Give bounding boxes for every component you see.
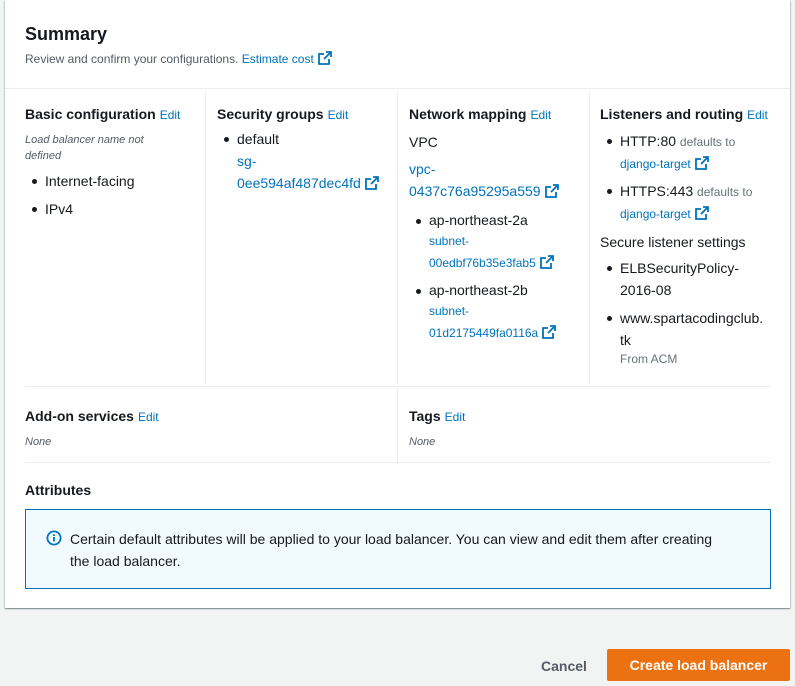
divider [25, 462, 771, 463]
vpc-label: VPC [409, 134, 438, 150]
subnet-id-line2: 00edbf76b35e3fab5 [429, 256, 536, 270]
vpc-id-line2: 0437c76a95295a559 [409, 183, 541, 199]
listeners-routing-section: Listeners and routing Edit HTTP:80 defaul… [589, 92, 771, 384]
security-groups-section: Security groups Edit default sg- 0ee594af… [205, 92, 397, 384]
subnet-id-line2-wrap: 01d2175449fa0116a [429, 322, 589, 344]
sg-id-line2-wrap: 0ee594af487dec4fd [237, 172, 397, 194]
certificate-source: From ACM [620, 352, 678, 366]
target-group-link[interactable]: django-target [620, 203, 771, 225]
basic-configuration-title: Basic configuration Edit [25, 106, 205, 122]
listener-defaults-text: defaults to [697, 185, 753, 199]
basic-configuration-edit-link[interactable]: Edit [160, 108, 181, 122]
listener-line: HTTPS:443 defaults to [620, 180, 771, 203]
subnet-id-line1: subnet- [429, 304, 470, 318]
basic-configuration-section: Basic configuration Edit Load balancer na… [25, 92, 205, 384]
security-group-name: default [237, 131, 280, 147]
addon-services-title: Add-on services Edit [25, 408, 397, 424]
sg-id-line1: sg- [237, 153, 257, 169]
summary-subtitle-text: Review and confirm your configurations. [25, 52, 239, 66]
subnet-az: ap-northeast-2b [429, 282, 528, 298]
cancel-button[interactable]: Cancel [530, 652, 598, 680]
load-balancer-name: Load balancer name not defined [25, 132, 205, 164]
tags-edit-link[interactable]: Edit [445, 410, 466, 424]
scheme-item: Internet-facing [25, 170, 205, 192]
external-link-icon [694, 206, 709, 220]
subnet-item: ap-northeast-2a subnet- 00edbf76b35e3fab… [409, 210, 589, 274]
external-link-icon [364, 176, 379, 190]
create-load-balancer-button[interactable]: Create load balancer [607, 649, 790, 681]
addon-services-label: Add-on services [25, 408, 134, 424]
external-link-icon [542, 325, 557, 339]
attributes-info-alert: Certain default attributes will be appli… [25, 509, 771, 589]
attributes-info-line1: Certain default attributes will be appli… [70, 531, 713, 547]
attributes-info-text: Certain default attributes will be appli… [70, 528, 750, 572]
subnet-id-line1: subnet- [429, 234, 470, 248]
ip-type-item: IPv4 [25, 198, 205, 220]
subnet-id-line2-wrap: 00edbf76b35e3fab5 [429, 252, 589, 274]
subnet-id-link[interactable]: subnet- 00edbf76b35e3fab5 [429, 230, 589, 274]
summary-header: Summary Review and confirm your configur… [5, 0, 790, 89]
certificate-line1: www.spartacodingclub. [620, 310, 764, 326]
network-mapping-edit-link[interactable]: Edit [530, 108, 551, 122]
external-link-icon [694, 156, 709, 170]
listeners-routing-title: Listeners and routing Edit [600, 106, 771, 122]
target-group-name: django-target [620, 157, 691, 171]
security-group-id-link[interactable]: sg- 0ee594af487dec4fd [237, 150, 397, 194]
target-group-link[interactable]: django-target [620, 153, 771, 175]
external-link-icon [539, 255, 554, 269]
listeners-routing-edit-link[interactable]: Edit [747, 108, 768, 122]
network-mapping-section: Network mapping Edit VPC vpc- 0437c76a952… [397, 92, 589, 384]
external-link-icon [317, 51, 332, 65]
summary-panel: Summary Review and confirm your configur… [5, 0, 790, 608]
vpc-id-link[interactable]: vpc- 0437c76a95295a559 [409, 158, 589, 202]
external-link-icon [544, 184, 559, 198]
vpc-id-line2-wrap: 0437c76a95295a559 [409, 180, 589, 202]
network-mapping-label: Network mapping [409, 106, 527, 122]
basic-configuration-label: Basic configuration [25, 106, 156, 122]
listener-defaults-text: defaults to [679, 135, 736, 149]
attributes-info-line2: the load balancer. [70, 553, 181, 569]
load-balancer-name-line2: defined [25, 150, 62, 162]
listeners-routing-label: Listeners and routing [600, 106, 744, 122]
security-groups-label: Security groups [217, 106, 324, 122]
security-group-item: default sg- 0ee594af487dec4fd [217, 128, 397, 194]
certificate-item: www.spartacodingclub. tk From ACM [600, 307, 771, 367]
subnet-item: ap-northeast-2b subnet- 01d2175449fa0116… [409, 280, 589, 344]
summary-subtitle: Review and confirm your configurations. … [25, 51, 332, 66]
tags-value: None [409, 436, 436, 448]
security-groups-edit-link[interactable]: Edit [328, 108, 349, 122]
security-groups-title: Security groups Edit [217, 106, 397, 122]
security-policy-line1: ELBSecurityPolicy- [620, 260, 740, 276]
addon-services-edit-link[interactable]: Edit [138, 410, 159, 424]
tags-title: Tags Edit [409, 408, 771, 424]
addon-services-value: None [25, 436, 52, 448]
summary-title: Summary [25, 24, 108, 44]
subnet-az: ap-northeast-2a [429, 212, 528, 228]
listener-line: HTTP:80 defaults to [620, 130, 771, 153]
estimate-cost-label: Estimate cost [241, 52, 314, 66]
attributes-title: Attributes [25, 482, 92, 498]
load-balancer-name-line1: Load balancer name not [25, 134, 144, 146]
estimate-cost-link[interactable]: Estimate cost [241, 51, 332, 66]
vpc-id-line1: vpc- [409, 161, 436, 177]
sg-id-line2: 0ee594af487dec4fd [237, 175, 361, 191]
security-policy-item: ELBSecurityPolicy- 2016-08 [600, 257, 771, 301]
info-icon [46, 530, 62, 546]
listener-protocol: HTTP:80 [620, 133, 677, 149]
subnet-id-line2: 01d2175449fa0116a [429, 326, 539, 340]
certificate-line2: tk [620, 332, 631, 348]
addon-services-section: Add-on services Edit None [25, 388, 397, 462]
listener-item: HTTPS:443 defaults to django-target [600, 180, 771, 225]
listener-item: HTTP:80 defaults to django-target [600, 130, 771, 175]
listener-protocol: HTTPS:443 [620, 183, 694, 199]
tags-section: Tags Edit None [397, 388, 771, 462]
divider [25, 386, 771, 387]
target-group-name: django-target [620, 207, 691, 221]
secure-listener-settings-title: Secure listener settings [600, 234, 746, 250]
network-mapping-title: Network mapping Edit [409, 106, 589, 122]
subnet-id-link[interactable]: subnet- 01d2175449fa0116a [429, 300, 589, 344]
security-policy-line2: 2016-08 [620, 282, 672, 298]
tags-label: Tags [409, 408, 441, 424]
